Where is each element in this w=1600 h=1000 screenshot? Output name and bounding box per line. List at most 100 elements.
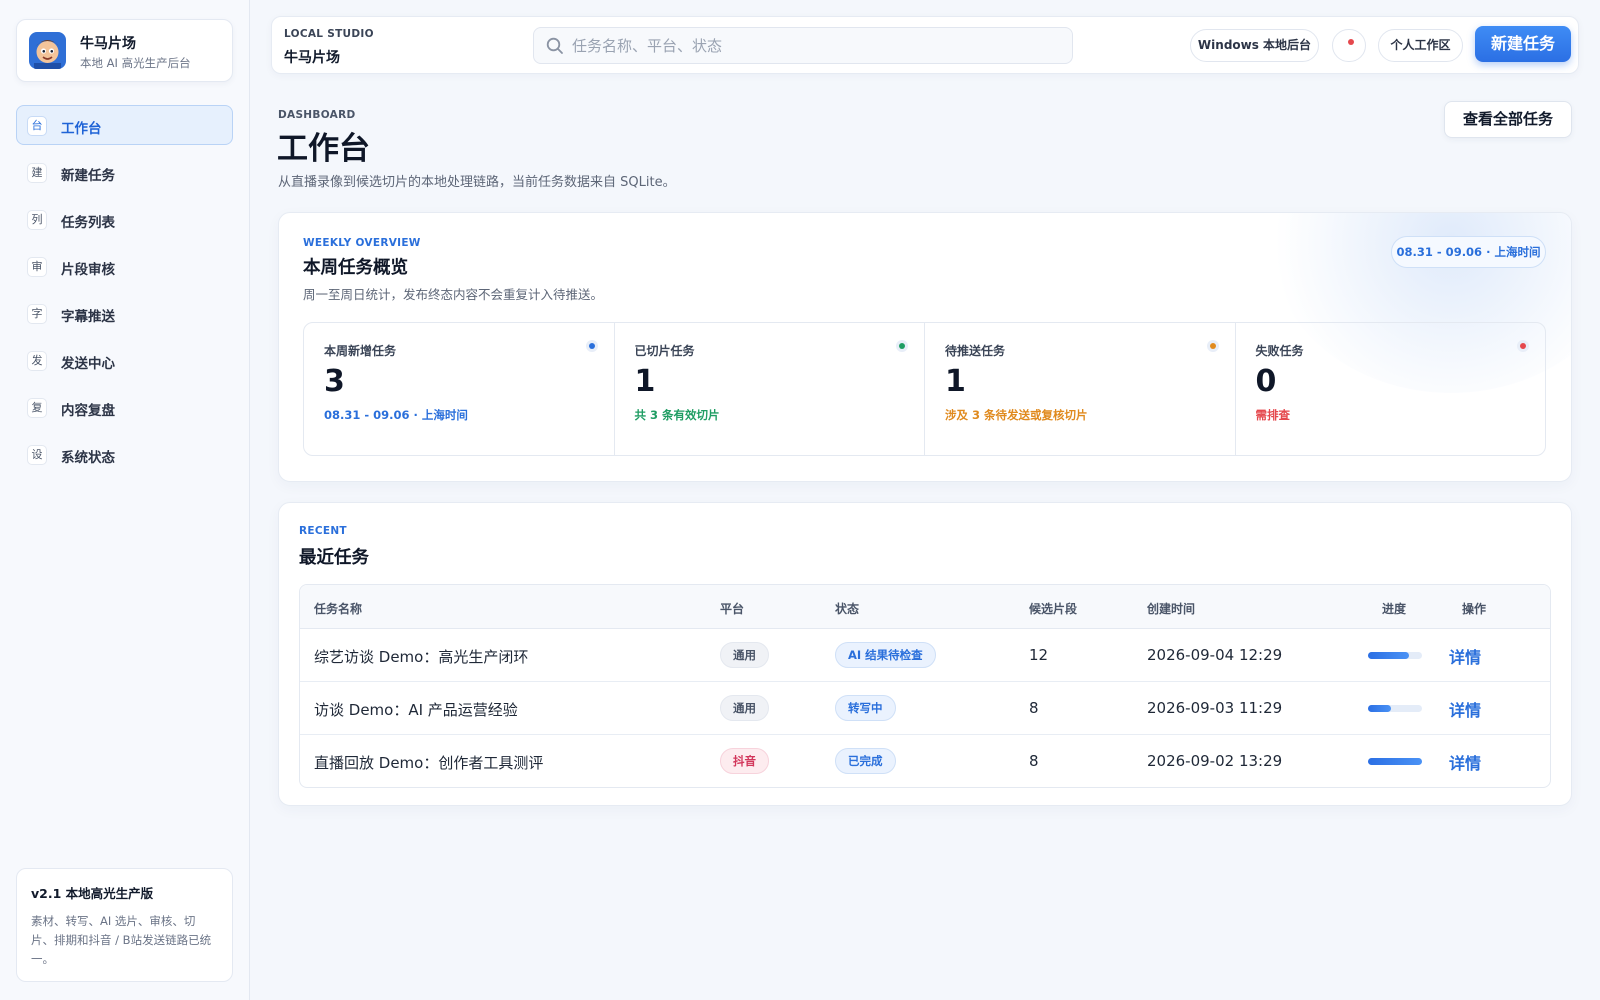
search-box[interactable] xyxy=(533,27,1073,64)
recent-title: 最近任务 xyxy=(299,548,369,568)
sidebar-item-clip-review[interactable]: 审 片段审核 xyxy=(16,246,233,286)
table-row[interactable]: 访谈 Demo：AI 产品运营经验 通用 转写中 8 2026-09-03 11… xyxy=(300,682,1550,735)
brand-card[interactable]: 牛马片场 本地 AI 高光生产后台 xyxy=(16,19,233,82)
task-name[interactable]: 综艺访谈 Demo：高光生产闭环 xyxy=(314,646,528,667)
stat-pending-push: 待推送任务 1 涉及 3 条待发送或复核切片 xyxy=(925,323,1236,455)
brand-logo xyxy=(29,32,66,69)
task-list-icon: 列 xyxy=(27,210,47,230)
sidebar: 牛马片场 本地 AI 高光生产后台 台 工作台 建 新建任务 列 任务列表 审 … xyxy=(0,0,250,1000)
new-task-icon: 建 xyxy=(27,163,47,183)
task-name[interactable]: 直播回放 Demo：创作者工具测评 xyxy=(314,752,543,773)
stat-value: 0 xyxy=(1255,364,1277,399)
brand-name: 牛马片场 xyxy=(80,36,136,52)
column-header-status: 状态 xyxy=(835,602,860,616)
status-badge: 已完成 xyxy=(835,748,896,774)
stat-label: 已切片任务 xyxy=(634,344,695,358)
table-row[interactable]: 直播回放 Demo：创作者工具测评 抖音 已完成 8 2026-09-02 13… xyxy=(300,735,1550,787)
progress-fill xyxy=(1368,758,1422,765)
created-time: 2026-09-03 11:29 xyxy=(1147,699,1283,717)
notification-dot-icon xyxy=(1348,39,1354,45)
content-review-icon: 复 xyxy=(27,398,47,418)
stat-value: 1 xyxy=(634,364,656,399)
notification-button[interactable] xyxy=(1332,29,1366,62)
platform-badge: 通用 xyxy=(720,695,769,721)
search-icon xyxy=(546,37,563,54)
sidebar-item-send-center[interactable]: 发 发送中心 xyxy=(16,340,233,380)
stat-value: 3 xyxy=(324,364,345,399)
task-name[interactable]: 访谈 Demo：AI 产品运营经验 xyxy=(314,699,518,720)
platform-badge: 通用 xyxy=(720,642,769,668)
stat-clipped-tasks: 已切片任务 1 共 3 条有效切片 xyxy=(615,323,925,455)
sidebar-item-task-list[interactable]: 列 任务列表 xyxy=(16,199,233,239)
detail-link[interactable]: 详情 xyxy=(1449,644,1481,668)
status-dot-icon xyxy=(1206,340,1219,352)
weekly-title: 本周任务概览 xyxy=(303,258,408,278)
stat-failed-tasks: 失败任务 0 需排查 xyxy=(1236,323,1546,455)
sidebar-item-label: 字幕推送 xyxy=(61,309,115,325)
dashboard-icon: 台 xyxy=(27,116,47,136)
version-description: 素材、转写、AI 选片、审核、切片、排期和抖音 / B站发送链路已统一。 xyxy=(31,914,212,966)
sidebar-nav: 台 工作台 建 新建任务 列 任务列表 审 片段审核 字 字幕推送 发 发送中心… xyxy=(16,105,233,481)
personal-workspace-button[interactable]: 个人工作区 xyxy=(1378,29,1463,62)
platform-badge: 抖音 xyxy=(720,748,769,774)
candidate-count: 8 xyxy=(1029,699,1039,717)
progress-fill xyxy=(1368,705,1391,712)
table-header: 任务名称 平台 状态 候选片段 创建时间 进度 操作 xyxy=(300,585,1550,629)
column-header-progress: 进度 xyxy=(1382,602,1407,616)
column-header-platform: 平台 xyxy=(720,602,745,616)
stat-label: 失败任务 xyxy=(1255,344,1304,358)
sidebar-item-label: 任务列表 xyxy=(61,215,115,231)
created-time: 2026-09-02 13:29 xyxy=(1147,752,1283,770)
status-badge: AI 结果待检查 xyxy=(835,642,936,668)
detail-link[interactable]: 详情 xyxy=(1449,750,1481,774)
sidebar-item-dashboard[interactable]: 台 工作台 xyxy=(16,105,233,145)
page-title: 工作台 xyxy=(277,131,370,167)
stat-value: 1 xyxy=(945,364,966,399)
page-description: 从直播录像到候选切片的本地处理链路，当前任务数据来自 SQLite。 xyxy=(278,175,676,190)
sidebar-item-subtitle-push[interactable]: 字 字幕推送 xyxy=(16,293,233,333)
sidebar-item-label: 工作台 xyxy=(61,121,102,137)
weekly-kicker: WEEKLY OVERVIEW xyxy=(303,237,421,249)
candidate-count: 12 xyxy=(1029,646,1049,664)
progress-bar xyxy=(1368,652,1422,659)
date-range-badge: 08.31 - 09.06 · 上海时间 xyxy=(1391,236,1546,268)
page-kicker: DASHBOARD xyxy=(278,109,356,121)
status-badge: 转写中 xyxy=(835,695,896,721)
windows-backend-button[interactable]: Windows 本地后台 xyxy=(1190,29,1319,62)
view-all-tasks-button[interactable]: 查看全部任务 xyxy=(1444,101,1572,138)
stats-grid: 本周新增任务 3 08.31 - 09.06 · 上海时间 已切片任务 1 共 … xyxy=(303,322,1546,456)
status-dot-icon xyxy=(585,340,598,352)
sidebar-item-content-review[interactable]: 复 内容复盘 xyxy=(16,387,233,427)
recent-tasks-card: RECENT 最近任务 任务名称 平台 状态 候选片段 创建时间 进度 操作 综… xyxy=(278,502,1572,806)
column-header-candidates: 候选片段 xyxy=(1029,602,1078,616)
status-dot-icon xyxy=(896,340,908,352)
topbar: LOCAL STUDIO 牛马片场 Windows 本地后台 个人工作区 新建任… xyxy=(271,16,1579,74)
send-center-icon: 发 xyxy=(27,351,47,371)
subtitle-push-icon: 字 xyxy=(27,304,47,324)
sidebar-item-system-status[interactable]: 设 系统状态 xyxy=(16,434,233,474)
stat-new-tasks: 本周新增任务 3 08.31 - 09.06 · 上海时间 xyxy=(304,323,615,455)
column-header-name: 任务名称 xyxy=(314,602,363,616)
recent-tasks-table: 任务名称 平台 状态 候选片段 创建时间 进度 操作 综艺访谈 Demo：高光生… xyxy=(299,584,1551,788)
sidebar-item-new-task[interactable]: 建 新建任务 xyxy=(16,152,233,192)
sidebar-item-label: 系统状态 xyxy=(61,450,115,466)
weekly-description: 周一至周日统计，发布终态内容不会重复计入待推送。 xyxy=(303,287,604,302)
version-title: v2.1 本地高光生产版 xyxy=(31,886,154,901)
clip-review-icon: 审 xyxy=(27,257,47,277)
table-row[interactable]: 综艺访谈 Demo：高光生产闭环 通用 AI 结果待检查 12 2026-09-… xyxy=(300,629,1550,682)
search-input[interactable] xyxy=(572,28,1062,63)
new-task-button[interactable]: 新建任务 xyxy=(1475,26,1571,62)
progress-bar xyxy=(1368,705,1422,712)
studio-name: 牛马片场 xyxy=(284,50,340,66)
version-card: v2.1 本地高光生产版 素材、转写、AI 选片、审核、切片、排期和抖音 / B… xyxy=(16,868,233,982)
stat-note: 需排查 xyxy=(1255,408,1291,422)
stat-note: 涉及 3 条待发送或复核切片 xyxy=(945,408,1088,422)
stat-note: 08.31 - 09.06 · 上海时间 xyxy=(324,408,468,422)
column-header-created: 创建时间 xyxy=(1147,602,1196,616)
detail-link[interactable]: 详情 xyxy=(1449,697,1481,721)
studio-kicker: LOCAL STUDIO xyxy=(284,28,374,40)
candidate-count: 8 xyxy=(1029,752,1039,770)
progress-fill xyxy=(1368,652,1409,659)
recent-kicker: RECENT xyxy=(299,525,347,537)
status-dot-icon xyxy=(1517,340,1529,352)
